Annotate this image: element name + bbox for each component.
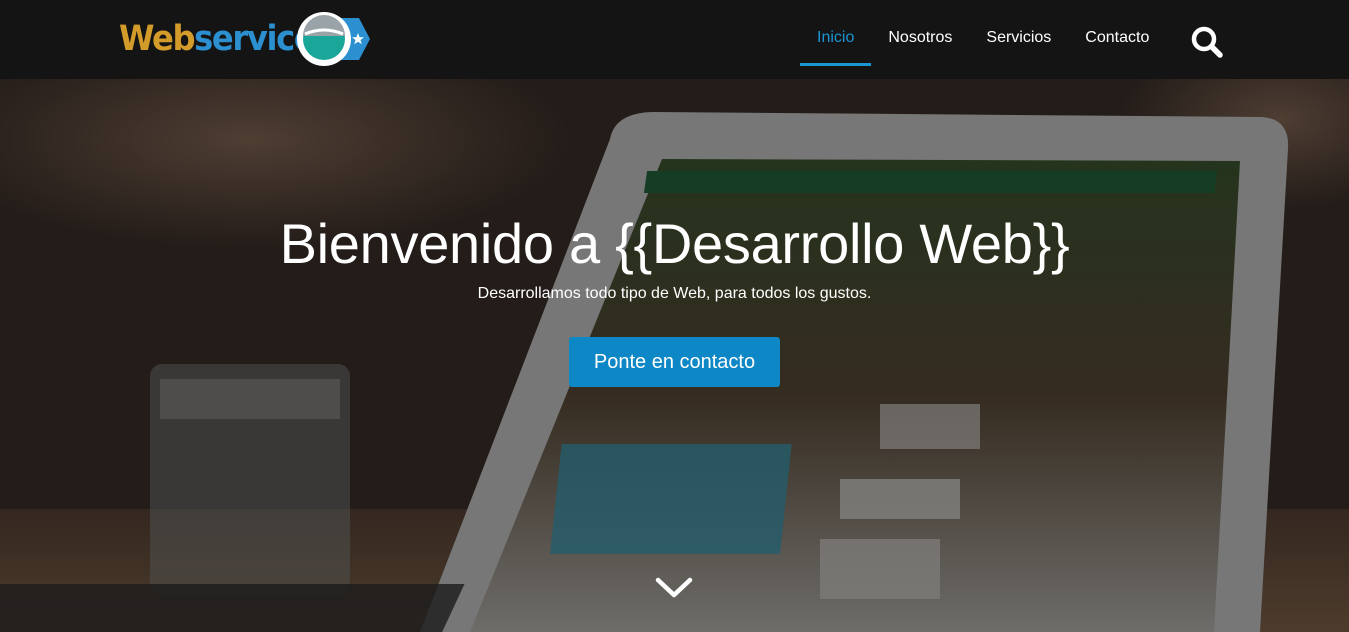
hero-title: Bienvenido a {{Desarrollo Web}} (279, 212, 1070, 275)
nav-item-servicios[interactable]: Servicios (969, 0, 1068, 79)
contact-cta-button[interactable]: Ponte en contacto (569, 337, 780, 387)
hero-subtitle: Desarrollamos todo tipo de Web, para tod… (477, 285, 872, 302)
nav-item-contacto[interactable]: Contacto (1068, 0, 1166, 79)
nav-item-nosotros[interactable]: Nosotros (871, 0, 969, 79)
logo-emblem-icon (297, 12, 370, 66)
chevron-down-icon[interactable] (655, 574, 693, 602)
main-nav: Inicio Nosotros Servicios Contacto (800, 0, 1166, 79)
search-icon[interactable] (1189, 24, 1225, 60)
logo-wordmark: Webservice (119, 18, 316, 59)
nav-item-inicio[interactable]: Inicio (800, 0, 872, 79)
navbar: Webservice Inicio Nosotros Servicios Con… (0, 0, 1349, 79)
hero-section: Bienvenido a {{Desarrollo Web}} Desarrol… (0, 79, 1349, 632)
brand-logo[interactable]: Webservice (119, 12, 371, 66)
